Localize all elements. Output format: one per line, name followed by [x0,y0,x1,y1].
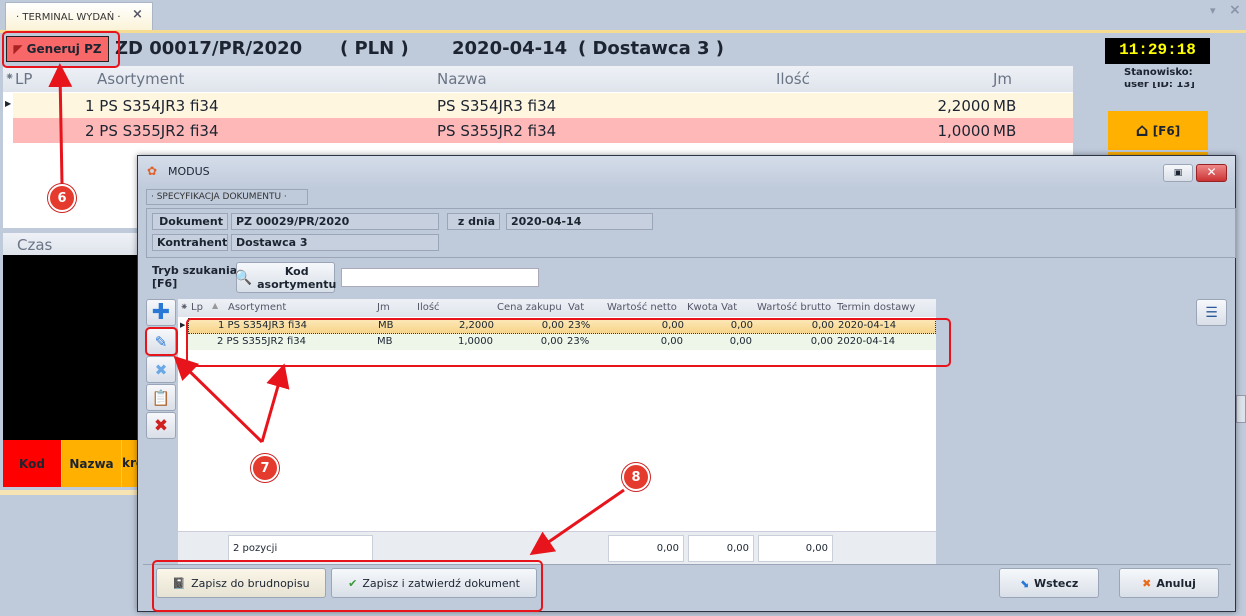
annotation-arrows [48,63,625,556]
annotation-6: 6 [48,184,76,212]
annotation-8: 8 [622,463,650,491]
annotation-7: 7 [251,454,279,482]
